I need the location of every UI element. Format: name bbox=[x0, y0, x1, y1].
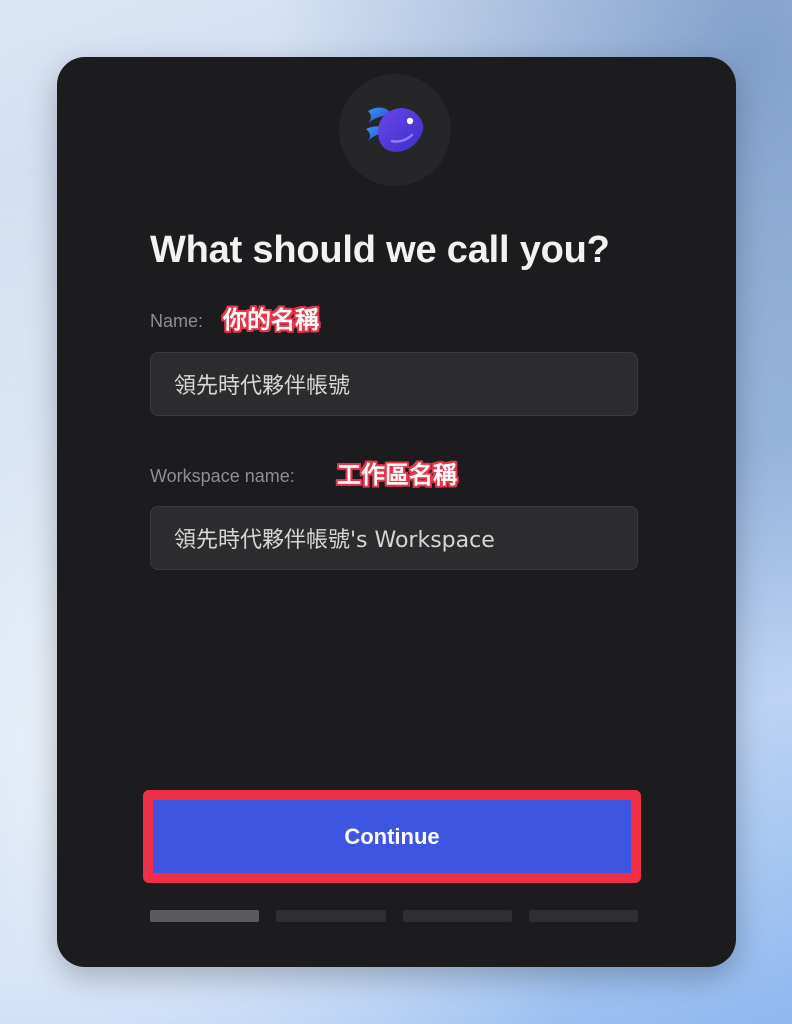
fish-logo-icon bbox=[366, 107, 424, 152]
workspace-name-annotation: 工作區名稱 bbox=[337, 461, 457, 489]
workspace-name-input[interactable]: 領先時代夥伴帳號's Workspace bbox=[150, 506, 638, 570]
onboarding-card: What should we call you? Name: 你的名稱 領先時代… bbox=[57, 57, 736, 967]
name-input-value: 領先時代夥伴帳號 bbox=[174, 374, 351, 399]
progress-step-2 bbox=[276, 910, 386, 922]
workspace-name-input-value: 領先時代夥伴帳號's Workspace bbox=[174, 528, 495, 553]
progress-step-3 bbox=[402, 910, 512, 922]
continue-button[interactable]: Continue bbox=[153, 800, 631, 873]
progress-step-4 bbox=[528, 910, 638, 922]
workspace-name-label: Workspace name: bbox=[150, 466, 295, 486]
name-annotation: 你的名稱 bbox=[223, 306, 319, 334]
progress-steps bbox=[150, 910, 638, 922]
page-title: What should we call you? bbox=[150, 229, 610, 271]
name-input[interactable]: 領先時代夥伴帳號 bbox=[150, 352, 638, 416]
logo-badge bbox=[339, 74, 451, 186]
progress-step-1 bbox=[150, 910, 260, 922]
name-label: Name: bbox=[150, 311, 204, 331]
